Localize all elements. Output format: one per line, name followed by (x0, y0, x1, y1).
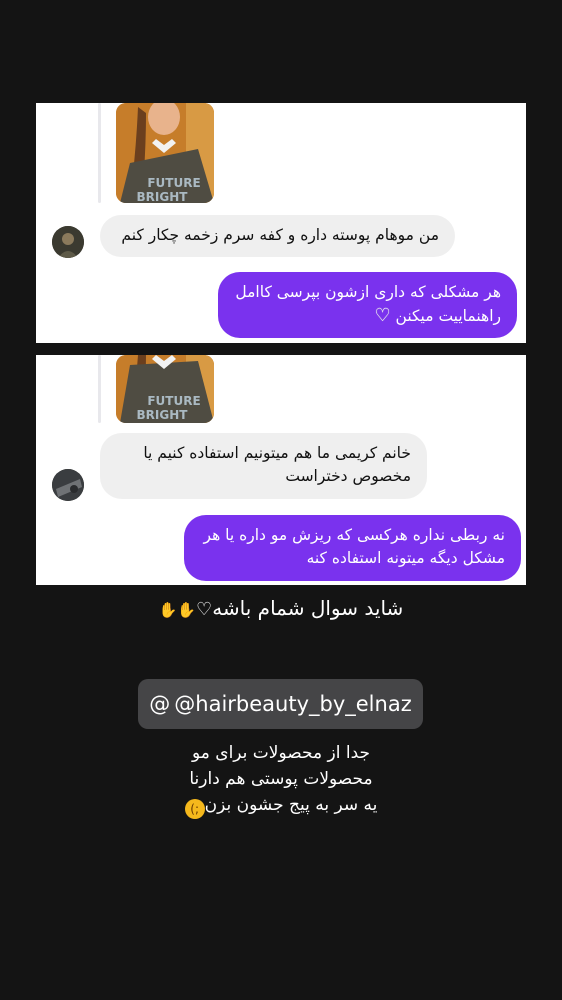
incoming-message-bubble: خانم کریمی ما هم میتونیم استفاده کنیم یا… (100, 433, 427, 499)
winking-face-icon: ;) (184, 799, 205, 819)
outgoing-message-bubble: نه ربطی نداره هرکسی که ریزش مو داره یا ه… (184, 515, 521, 581)
outgoing-message-text: نه ربطی نداره هرکسی که ریزش مو داره یا ه… (203, 526, 505, 567)
caption-line: جدا از محصولات برای مو (191, 743, 371, 763)
replied-story-thumbnail: FUTURE BRIGHT (116, 355, 214, 423)
outgoing-message-text: هر مشکلی که داری ازشون بپرسی کاامل راهنم… (235, 283, 501, 325)
svg-text:FUTURE: FUTURE (147, 176, 200, 190)
reply-indicator-bar (98, 355, 101, 423)
replied-story-thumbnail: FUTURE BRIGHT (116, 103, 214, 203)
mention-handle: @hairbeauty_by_elnaz (174, 692, 412, 716)
caption-top-text: شاید سوال شمام باشه (212, 596, 404, 620)
incoming-message-text: من موهام پوسته داره و کفه سرم زخمه چکار … (121, 226, 439, 244)
threads-icon: @ (149, 692, 171, 716)
svg-text:BRIGHT: BRIGHT (137, 408, 189, 422)
svg-text:FUTURE: FUTURE (147, 394, 200, 408)
caption-line: یه سر به پیج جشون بزن (204, 795, 378, 815)
svg-text:BRIGHT: BRIGHT (137, 190, 189, 203)
white-heart-icon: ♡ (196, 599, 213, 620)
incoming-message-bubble: من موهام پوسته داره و کفه سرم زخمه چکار … (100, 215, 455, 257)
story-caption-bottom: جدا از محصولات برای مو محصولات پوستی هم … (0, 740, 562, 819)
outgoing-message-bubble: هر مشکلی که داری ازشون بپرسی کاامل راهنم… (218, 272, 517, 338)
reply-indicator-bar (98, 103, 101, 203)
incoming-message-text: خانم کریمی ما هم میتونیم استفاده کنیم یا… (143, 444, 411, 485)
white-heart-icon: ♡ (374, 305, 391, 326)
mention-sticker[interactable]: @ @hairbeauty_by_elnaz (138, 679, 423, 729)
sender-avatar (52, 469, 84, 501)
dm-screenshot-2: FUTURE BRIGHT خانم کریمی ما هم میتونیم ا… (36, 355, 526, 585)
sender-avatar (52, 226, 84, 258)
caption-line: محصولات پوستی هم دارنا (189, 769, 373, 789)
dm-screenshot-1: FUTURE BRIGHT من موهام پوسته داره و کفه … (36, 103, 526, 343)
story-caption-top: شاید سوال شمام باشه♡✋✋ (0, 596, 562, 620)
raised-hands-icon: ✋✋ (158, 601, 198, 619)
